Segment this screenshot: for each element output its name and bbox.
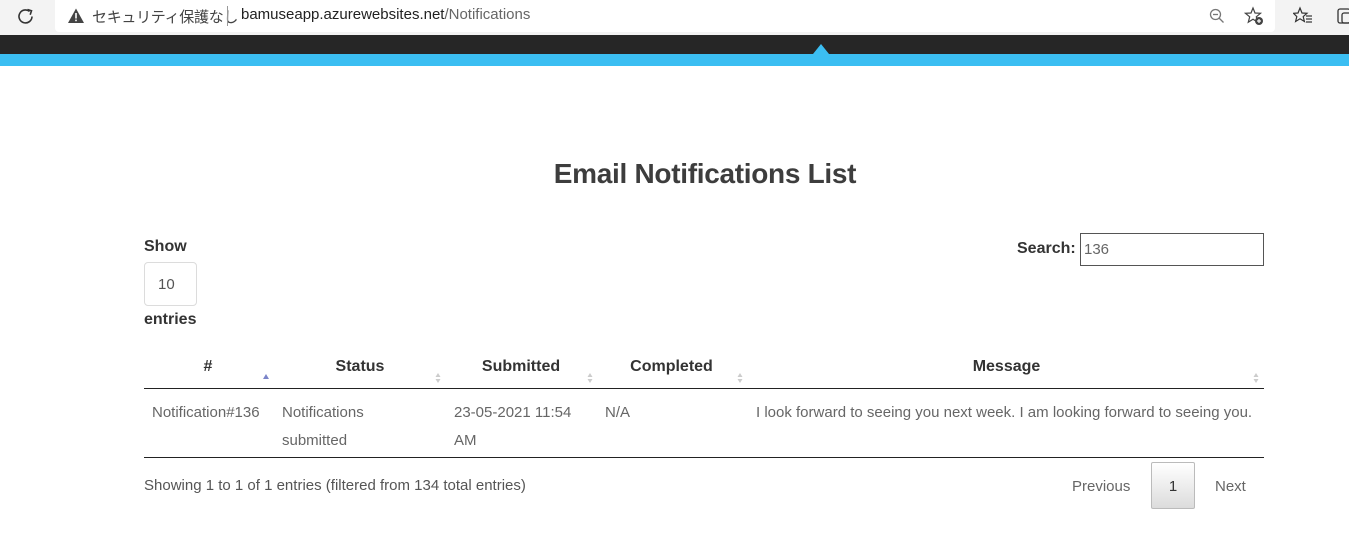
cell-id: Notification#136	[152, 404, 260, 421]
table-row[interactable]: Notification#136 Notifications submitted…	[144, 389, 1264, 458]
search-input[interactable]	[1080, 233, 1264, 266]
url-text[interactable]: bamuseapp.azurewebsites.net/Notification…	[241, 6, 530, 23]
column-header-label: Completed	[630, 358, 713, 375]
table-info: Showing 1 to 1 of 1 entries (filtered fr…	[144, 477, 526, 494]
entries-label: entries	[144, 311, 197, 328]
security-status-label[interactable]: セキュリティ保護なし	[92, 6, 238, 27]
url-path: /Notifications	[444, 6, 531, 23]
column-header-label: Status	[335, 358, 385, 375]
column-header-label: Message	[972, 358, 1041, 375]
active-nav-caret	[813, 44, 829, 54]
url-host: bamuseapp.azurewebsites.net	[241, 6, 445, 23]
column-header-message[interactable]: Message	[749, 345, 1264, 388]
url-divider	[227, 6, 228, 26]
pagination-previous[interactable]: Previous	[1072, 478, 1130, 495]
reload-icon[interactable]	[14, 5, 38, 29]
column-header-label: Submitted	[481, 358, 561, 375]
search-label: Search:	[1017, 240, 1076, 257]
sort-both-icon	[736, 359, 744, 383]
column-header-id[interactable]: #	[144, 345, 272, 388]
column-header-submitted[interactable]: Submitted	[448, 345, 594, 388]
column-header-status[interactable]: Status	[272, 345, 448, 388]
browser-toolbar: セキュリティ保護なし bamuseapp.azurewebsites.net/N…	[0, 0, 1349, 35]
pagination-page-current[interactable]: 1	[1151, 462, 1195, 509]
cell-submitted: 23-05-2021 11:54 AM	[454, 404, 572, 449]
table-header: # Status Submitted Completed Message	[144, 345, 1264, 389]
page-title: Email Notifications List	[553, 158, 857, 189]
sort-both-icon	[586, 359, 594, 383]
address-bar[interactable]: セキュリティ保護なし bamuseapp.azurewebsites.net/N…	[55, 0, 1275, 32]
sort-both-icon	[434, 359, 442, 383]
site-navbar	[0, 35, 1349, 54]
collections-icon[interactable]	[1336, 6, 1349, 26]
cell-message: I look forward to seeing you next week. …	[756, 404, 1253, 421]
add-favorite-icon[interactable]	[1243, 6, 1264, 26]
page-length-select[interactable]: 10	[144, 262, 197, 306]
favorites-icon[interactable]	[1292, 6, 1313, 26]
column-header-completed[interactable]: Completed	[594, 345, 749, 388]
cell-status: Notifications submitted	[282, 404, 364, 449]
sort-ascending-icon	[262, 359, 270, 379]
cell-completed: N/A	[605, 404, 631, 421]
show-label: Show	[144, 238, 187, 255]
navbar-accent-strip	[0, 54, 1349, 66]
pagination-next[interactable]: Next	[1215, 478, 1246, 495]
sort-both-icon	[1252, 359, 1260, 383]
column-header-label: #	[203, 358, 213, 375]
warning-icon[interactable]	[67, 7, 85, 25]
zoom-out-icon[interactable]	[1208, 7, 1226, 25]
notifications-table: # Status Submitted Completed Message Not…	[144, 345, 1264, 458]
